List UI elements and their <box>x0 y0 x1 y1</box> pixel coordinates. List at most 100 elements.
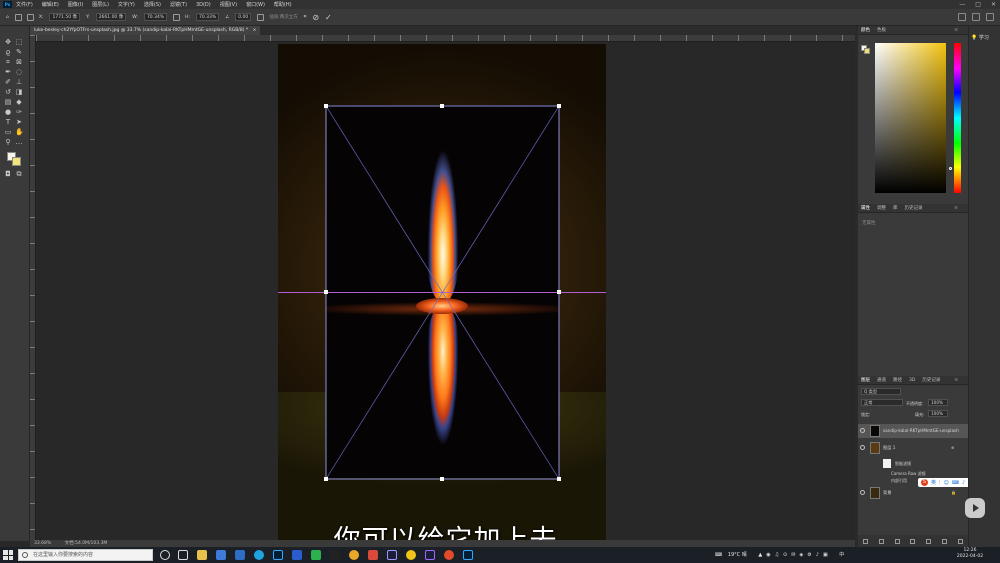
menu-window[interactable]: 窗口(W) <box>246 1 265 8</box>
commit-transform-icon[interactable]: ✓ <box>325 13 332 22</box>
workspace-icon[interactable] <box>972 13 980 21</box>
store-icon[interactable] <box>216 550 226 560</box>
menu-image[interactable]: 图像(I) <box>68 1 83 8</box>
link-icon[interactable] <box>173 13 181 21</box>
eraser-tool-icon[interactable]: ◨ <box>15 88 23 96</box>
ime-item[interactable]: 英 <box>931 479 936 486</box>
visibility-eye-icon[interactable] <box>860 428 865 433</box>
more-tools-icon[interactable]: … <box>15 138 23 146</box>
y-field[interactable]: 2661.00 像 <box>95 13 127 21</box>
menu-layer[interactable]: 图层(L) <box>92 1 109 8</box>
tab-libraries[interactable]: 库 <box>893 205 898 211</box>
learn-button[interactable]: 💡 学习 <box>971 34 989 41</box>
premiere-icon[interactable] <box>425 550 435 560</box>
screen-mode-icon[interactable]: ⧉ <box>15 170 23 178</box>
width-field[interactable]: 70.34% <box>143 13 168 21</box>
photoshop-taskbar-icon[interactable] <box>273 550 283 560</box>
add-mask-icon[interactable] <box>894 538 900 544</box>
app-icon[interactable] <box>368 550 378 560</box>
task-view-icon[interactable] <box>178 550 188 560</box>
zoom-tool-icon[interactable]: ⚲ <box>4 138 12 146</box>
menu-help[interactable]: 帮助(H) <box>274 1 292 8</box>
home-icon[interactable]: ⌂ <box>6 15 9 20</box>
visibility-eye-icon[interactable] <box>860 445 865 450</box>
quick-select-tool-icon[interactable]: ✎ <box>15 48 23 56</box>
blur-tool-icon[interactable]: ◆ <box>15 98 23 106</box>
app-icon[interactable] <box>444 550 454 560</box>
fill-field[interactable]: 100% <box>928 410 948 417</box>
color-picker-field[interactable] <box>875 43 946 193</box>
maximize-button[interactable]: □ <box>975 0 981 9</box>
weather-text[interactable]: 19°C 晴 <box>728 552 747 558</box>
adjustment-layer-icon[interactable] <box>910 538 916 544</box>
layer-name[interactable]: 背景 <box>883 486 891 500</box>
menu-3d[interactable]: 3D(D) <box>196 2 211 8</box>
x-field[interactable]: 1771.50 像 <box>49 13 81 21</box>
tab-color[interactable]: 颜色 <box>861 27 870 33</box>
horizontal-ruler[interactable] <box>36 35 855 42</box>
close-window-button[interactable]: ✕ <box>991 0 996 9</box>
opacity-field[interactable]: 100% <box>928 399 948 406</box>
hand-tool-icon[interactable]: ✋ <box>15 128 24 136</box>
quick-mask-icon[interactable]: ◘ <box>4 170 12 178</box>
tab-properties[interactable]: 属性 <box>861 205 870 211</box>
interpolation-select[interactable]: 插值:两次立方 <box>269 14 298 20</box>
minimize-button[interactable]: — <box>959 0 965 9</box>
height-field[interactable]: 70.33% <box>196 13 220 21</box>
document-tab[interactable]: luke-besley-ch2YfpOTFrs-unsplash.jpg @ 3… <box>30 26 261 35</box>
panel-menu-icon[interactable]: ≡ <box>954 28 958 33</box>
app-icon[interactable] <box>330 550 340 560</box>
layer-filter-select[interactable]: Q 类型 <box>861 388 901 395</box>
app-icon[interactable] <box>406 550 416 560</box>
warp-icon[interactable]: ⌗ <box>304 14 307 20</box>
ime-item[interactable]: ♪ <box>962 480 965 486</box>
share-icon[interactable] <box>986 13 994 21</box>
taskbar-search-box[interactable]: 在这里输入你要搜索的内容 <box>18 549 153 561</box>
tab-layers[interactable]: 图层 <box>861 377 870 383</box>
edge-icon[interactable] <box>254 550 264 560</box>
pen-tool-icon[interactable]: ✑ <box>15 108 23 116</box>
sogou-logo-icon[interactable]: S <box>921 479 928 486</box>
tab-history-layers[interactable]: 历史记录 <box>922 377 940 383</box>
angle-field[interactable]: 0.00 <box>235 13 252 21</box>
search-icon[interactable] <box>958 13 966 21</box>
keyboard-icon[interactable]: ⌨ <box>715 552 722 558</box>
skew-icon[interactable] <box>257 13 265 21</box>
color-picker-cursor[interactable] <box>949 167 952 170</box>
hue-slider[interactable] <box>954 43 961 193</box>
tab-paths[interactable]: 路径 <box>893 377 902 383</box>
after-effects-icon[interactable] <box>387 550 397 560</box>
filter-item[interactable]: Camera Raw 滤镜 <box>891 471 926 477</box>
tab-swatches[interactable]: 色板 <box>877 27 886 33</box>
photoshop-active-icon[interactable] <box>463 550 473 560</box>
history-brush-tool-icon[interactable]: ↺ <box>4 88 12 96</box>
layer-row[interactable]: 背景 🔒 <box>858 486 968 500</box>
move-tool-icon[interactable]: ✥ <box>4 38 12 46</box>
tab-channels[interactable]: 通道 <box>877 377 886 383</box>
taskbar-clock[interactable]: 12:26 2022-04-02 <box>950 548 990 560</box>
tab-adjustments[interactable]: 调整 <box>877 205 886 211</box>
brush-tool-icon[interactable]: ✐ <box>4 78 12 86</box>
smart-filters-label[interactable]: 智能滤镜 <box>895 461 911 467</box>
eyedropper-tool-icon[interactable]: ✒ <box>4 68 12 76</box>
ime-item[interactable]: ⁝ <box>939 480 941 486</box>
new-layer-icon[interactable] <box>941 538 947 544</box>
menu-edit[interactable]: 编辑(E) <box>42 1 59 8</box>
tab-3d[interactable]: 3D <box>909 378 915 383</box>
fx-icon[interactable] <box>879 538 885 544</box>
panel-menu-icon[interactable]: ≡ <box>954 206 958 211</box>
transform-box[interactable] <box>324 104 561 481</box>
layer-name[interactable]: sandip-kalal-RKTpHMmtGE-unsplash <box>883 424 959 438</box>
cancel-transform-icon[interactable]: ⊘ <box>312 13 319 22</box>
frame-tool-icon[interactable]: ⊠ <box>15 58 23 66</box>
marquee-tool-icon[interactable]: ⬚ <box>15 38 23 46</box>
tab-history[interactable]: 历史记录 <box>905 205 923 211</box>
zoom-level[interactable]: 33.68% <box>34 541 51 546</box>
canvas-area[interactable]: 你可以给它加上去 <box>36 42 855 540</box>
menu-filter[interactable]: 滤镜(T) <box>170 1 187 8</box>
type-tool-icon[interactable]: T <box>4 118 12 126</box>
menu-view[interactable]: 视图(V) <box>220 1 237 8</box>
input-method-indicator[interactable]: 中 <box>839 552 844 558</box>
filter-mask-thumbnail[interactable] <box>883 459 891 468</box>
app-icon[interactable] <box>292 550 302 560</box>
